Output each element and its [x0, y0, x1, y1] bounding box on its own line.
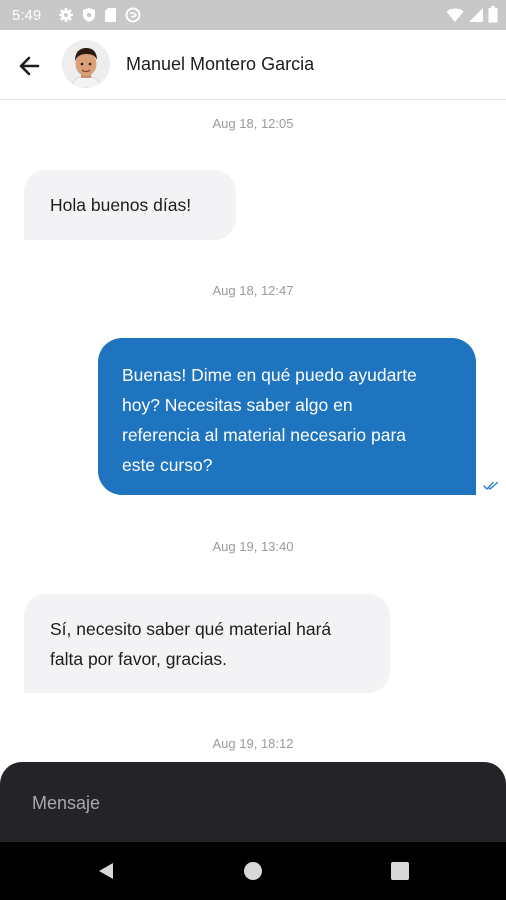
- gear-icon: [58, 7, 74, 23]
- message-timestamp: Aug 19, 18:12: [212, 736, 294, 751]
- incoming-message-bubble[interactable]: Sí, necesito saber qué material hará fal…: [24, 594, 390, 693]
- message-text: Hola buenos días!: [50, 195, 192, 215]
- message-composer: [0, 762, 506, 842]
- contact-name[interactable]: Manuel Montero Garcia: [126, 54, 314, 75]
- wifi-icon: [446, 7, 464, 23]
- status-icons-right: [446, 6, 498, 23]
- double-check-icon: [483, 478, 499, 496]
- message-timestamp: Aug 18, 12:47: [212, 283, 294, 298]
- signal-icon: [468, 7, 484, 23]
- message-line: hoy? Necesitas saber algo en: [122, 395, 353, 415]
- home-circle-icon[interactable]: [243, 861, 263, 886]
- status-time: 5:49: [12, 6, 42, 24]
- no-disturb-icon: [125, 7, 141, 23]
- message-timestamp: Aug 18, 12:05: [212, 116, 294, 131]
- recents-square-icon[interactable]: [390, 861, 410, 886]
- message-input[interactable]: [30, 792, 474, 815]
- arrow-left-icon: [16, 56, 44, 84]
- navigation-bar: [0, 842, 506, 900]
- outgoing-message-bubble[interactable]: Buenas! Dime en qué puedo ayudarte hoy? …: [98, 338, 476, 495]
- sd-card-icon: [104, 7, 117, 23]
- battery-icon: [488, 6, 498, 23]
- shield-icon: [82, 7, 96, 23]
- message-list[interactable]: Aug 18, 12:05 Hola buenos días! Aug 18, …: [0, 100, 506, 762]
- avatar[interactable]: [62, 40, 110, 88]
- incoming-message-bubble[interactable]: Hola buenos días!: [24, 170, 236, 240]
- back-button[interactable]: [16, 52, 44, 80]
- chat-header: Manuel Montero Garcia: [0, 30, 506, 100]
- status-icons-left: [58, 7, 141, 23]
- message-timestamp: Aug 19, 13:40: [212, 539, 294, 554]
- message-line: falta por favor, gracias.: [50, 649, 228, 669]
- message-line: referencia al material necesario para: [122, 425, 407, 445]
- message-line: Buenas! Dime en qué puedo ayudarte: [122, 365, 417, 385]
- message-line: este curso?: [122, 455, 213, 475]
- message-line: Sí, necesito saber qué material hará: [50, 619, 332, 639]
- status-bar: 5:49: [0, 0, 506, 30]
- back-triangle-icon[interactable]: [96, 861, 116, 886]
